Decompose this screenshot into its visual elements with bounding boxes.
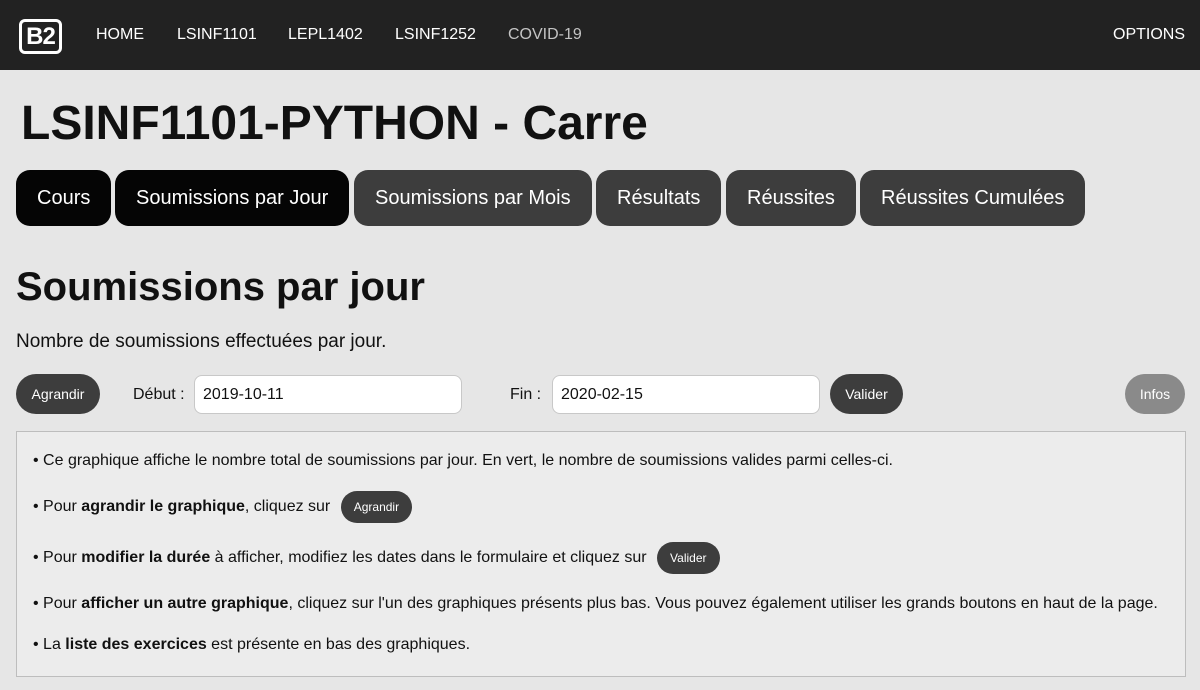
end-date-label: Fin : — [510, 386, 542, 403]
info-line-other-graph: • Pour afficher un autre graphique, cliq… — [33, 594, 1158, 614]
info-emphasis: afficher un autre graphique — [81, 595, 289, 612]
section-title: Soumissions par jour — [16, 265, 425, 309]
validate-button[interactable]: Valider — [830, 374, 903, 414]
info-panel: • Ce graphique affiche le nombre total d… — [16, 431, 1186, 677]
nav-item-lsinf1252[interactable]: LSINF1252 — [395, 25, 476, 45]
tab-reussites-cumulees[interactable]: Réussites Cumulées — [860, 170, 1086, 226]
infos-button[interactable]: Infos — [1125, 374, 1185, 414]
info-emphasis: liste des exercices — [65, 636, 207, 653]
info-text: , cliquez sur l'un des graphiques présen… — [288, 595, 1158, 612]
tab-cours[interactable]: Cours — [16, 170, 112, 226]
start-date-label: Début : — [133, 386, 185, 403]
tab-reussites[interactable]: Réussites — [726, 170, 856, 226]
info-validate-button[interactable]: Valider — [657, 542, 720, 574]
info-emphasis: modifier la durée — [81, 549, 211, 567]
start-date-input[interactable] — [194, 375, 462, 414]
tab-soumissions-par-jour[interactable]: Soumissions par Jour — [115, 170, 350, 226]
b2-logo[interactable]: B2 — [19, 19, 62, 54]
nav-item-lsinf1101[interactable]: LSINF1101 — [177, 25, 257, 45]
info-line-duration: • Pour modifier la durée à afficher, mod… — [33, 542, 720, 574]
page-title: LSINF1101-PYTHON - Carre — [21, 97, 648, 150]
info-text: • Pour — [33, 549, 82, 567]
info-line-enlarge: • Pour agrandir le graphique, cliquez su… — [33, 491, 413, 523]
nav-item-lepl1402[interactable]: LEPL1402 — [288, 25, 363, 45]
info-line-exercises: • La liste des exercices est présente en… — [33, 635, 470, 655]
enlarge-button[interactable]: Agrandir — [16, 374, 100, 414]
tab-soumissions-par-mois[interactable]: Soumissions par Mois — [354, 170, 592, 226]
nav-item-options[interactable]: OPTIONS — [1113, 25, 1185, 45]
end-date-input[interactable] — [552, 375, 820, 414]
info-text: • Pour — [33, 498, 82, 516]
info-enlarge-button[interactable]: Agrandir — [340, 491, 413, 523]
info-line-graph: • Ce graphique affiche le nombre total d… — [33, 452, 893, 469]
info-text: • Pour — [33, 595, 82, 612]
info-text: est présente en bas des graphiques. — [206, 636, 471, 653]
top-nav-bar: B2 HOME LSINF1101 LEPL1402 LSINF1252 COV… — [0, 0, 1200, 70]
info-emphasis: agrandir le graphique — [81, 498, 245, 516]
info-text: à afficher, modifiez les dates dans le f… — [210, 549, 647, 567]
info-text: • La — [33, 636, 66, 653]
section-description: Nombre de soumissions effectuées par jou… — [16, 331, 387, 352]
info-text: , cliquez sur — [244, 498, 331, 516]
nav-item-covid19[interactable]: COVID-19 — [508, 25, 582, 45]
tab-resultats[interactable]: Résultats — [596, 170, 722, 226]
nav-item-home[interactable]: HOME — [96, 25, 144, 45]
